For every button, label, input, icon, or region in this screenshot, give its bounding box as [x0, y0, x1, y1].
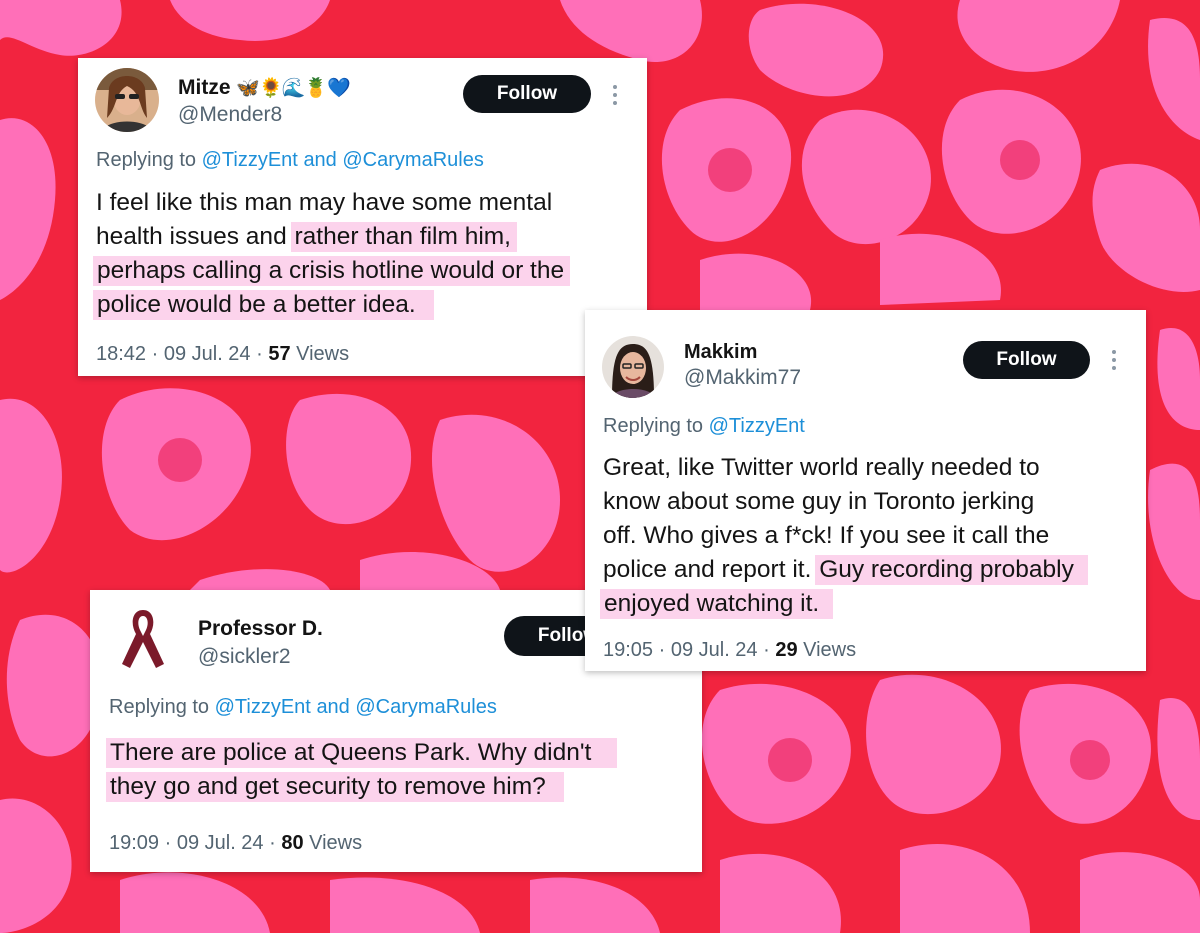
timestamp-views: 18:42 · 09 Jul. 24 · 57 Views	[96, 343, 350, 365]
avatar[interactable]	[108, 604, 178, 674]
display-name[interactable]: Mitze 🦋🌻🌊🍍💙	[178, 76, 351, 100]
tweet-text: Great, like Twitter world really needed …	[600, 451, 1088, 621]
highlighted-text: enjoyed watching it.	[600, 589, 834, 619]
tweet-card-makkim: Makkim @Makkim77 Follow Replying to @Tiz…	[585, 310, 1146, 671]
mention-link[interactable]: @TizzyEnt	[202, 149, 298, 171]
awareness-ribbon-icon	[108, 604, 178, 674]
user-handle[interactable]: @Mender8	[178, 103, 282, 127]
display-name[interactable]: Professor D.	[198, 617, 323, 641]
mention-link[interactable]: @CarymaRules	[355, 696, 496, 718]
more-options-icon[interactable]	[613, 85, 619, 109]
highlighted-text: rather than film him,	[290, 222, 517, 252]
replying-to: Replying to @TizzyEnt and @CarymaRules	[109, 696, 497, 718]
user-handle[interactable]: @Makkim77	[684, 366, 801, 390]
mention-link[interactable]: @TizzyEnt	[709, 415, 805, 437]
timestamp-views: 19:05 · 09 Jul. 24 · 29 Views	[603, 639, 857, 661]
more-options-icon[interactable]	[1112, 350, 1118, 374]
mention-and: and	[303, 149, 337, 171]
highlighted-text: perhaps calling a crisis hotline would o…	[93, 256, 571, 286]
profile-photo-icon	[602, 336, 664, 398]
tweet-text: I feel like this man may have some menta…	[93, 186, 571, 322]
tweet-card-mitze: Mitze 🦋🌻🌊🍍💙 @Mender8 Follow Replying to …	[78, 58, 647, 376]
display-name[interactable]: Makkim	[684, 341, 757, 364]
user-handle[interactable]: @sickler2	[198, 645, 291, 669]
highlighted-text: Guy recording probably	[815, 555, 1088, 585]
mention-link[interactable]: @CarymaRules	[342, 149, 483, 171]
follow-button[interactable]: Follow	[463, 75, 591, 113]
replying-to: Replying to @TizzyEnt and @CarymaRules	[96, 149, 484, 171]
highlighted-text: There are police at Queens Park. Why did…	[106, 738, 618, 768]
mention-and: and	[316, 696, 350, 718]
highlighted-text: police would be a better idea.	[93, 290, 434, 320]
avatar[interactable]	[95, 68, 159, 132]
avatar[interactable]	[602, 336, 664, 398]
replying-to: Replying to @TizzyEnt	[603, 415, 805, 437]
timestamp-views: 19:09 · 09 Jul. 24 · 80 Views	[109, 832, 363, 854]
mention-link[interactable]: @TizzyEnt	[215, 696, 311, 718]
name-emoji-icons: 🦋🌻🌊🍍💙	[236, 78, 350, 99]
follow-button[interactable]: Follow	[963, 341, 1090, 379]
tweet-text: There are police at Queens Park. Why did…	[106, 736, 618, 804]
highlighted-text: they go and get security to remove him?	[106, 772, 564, 802]
profile-photo-icon	[95, 68, 159, 132]
